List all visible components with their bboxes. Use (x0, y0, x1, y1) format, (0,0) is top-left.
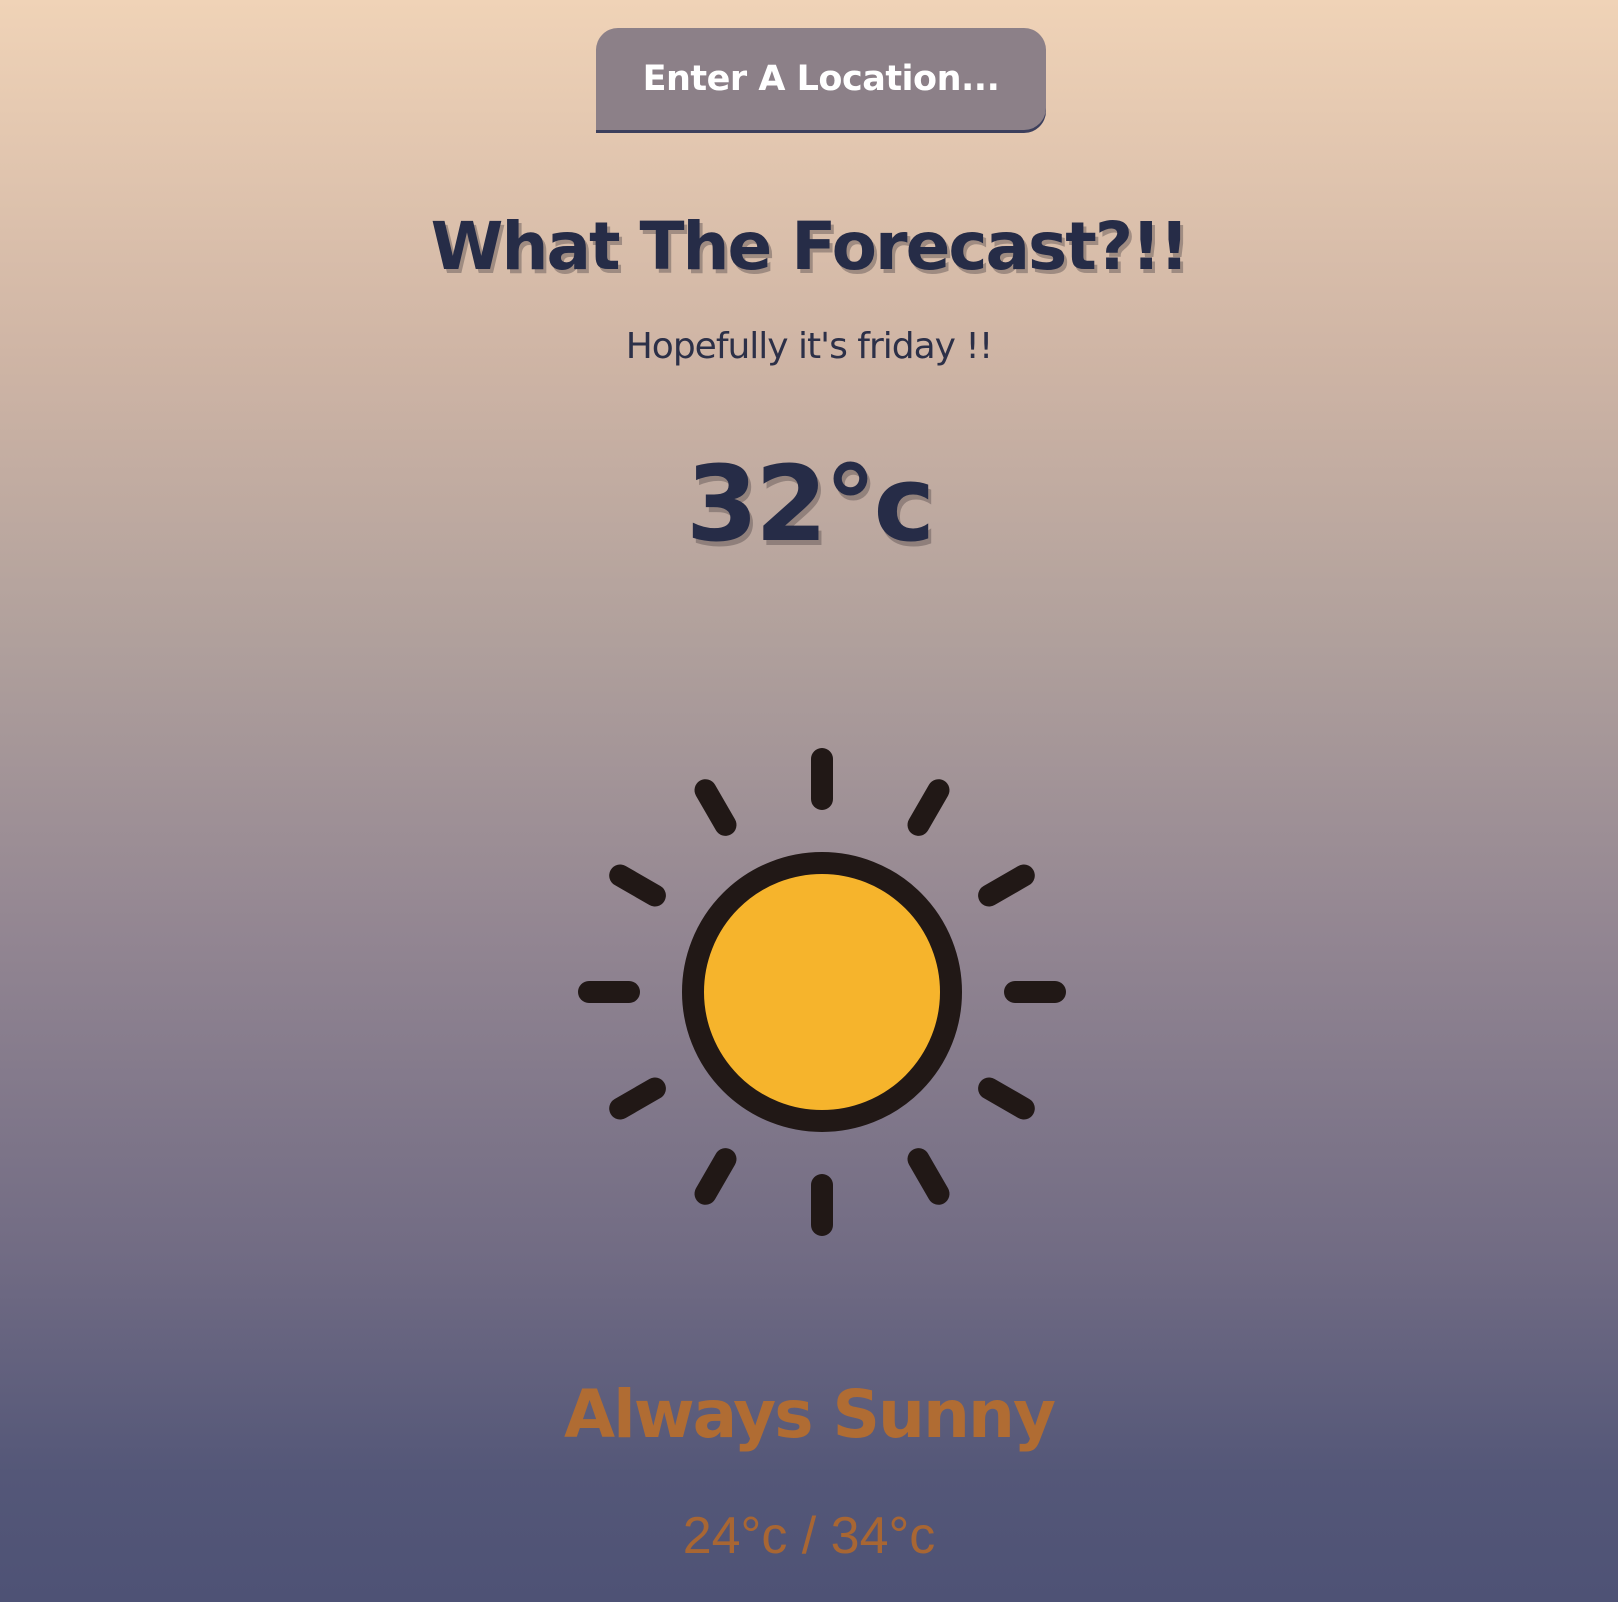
enter-location-button[interactable]: Enter A Location... (596, 28, 1046, 130)
temperature-range: 24°c / 34°c (682, 1507, 936, 1565)
page-title: What The Forecast?!! (430, 208, 1190, 285)
sun-icon (578, 748, 1066, 1236)
page-subtitle: Hopefully it's friday !! (625, 326, 994, 367)
current-temperature: 32°c (685, 443, 935, 565)
weather-condition: Always Sunny (564, 1376, 1056, 1453)
